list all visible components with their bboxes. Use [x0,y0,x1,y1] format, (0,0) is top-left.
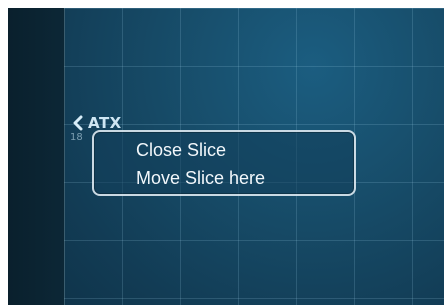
chevron-left-icon [70,114,88,132]
slice-label: ATX [88,113,122,132]
close-slice-menu-item[interactable]: Close Slice [136,136,226,164]
context-menu: Close Slice Move Slice here [92,130,356,196]
move-slice-here-menu-item[interactable]: Move Slice here [136,164,265,192]
slice-sub-label: 18 [70,132,83,143]
left-rail [8,8,65,305]
slice-tag[interactable]: ATX 18 [70,112,122,144]
slice-canvas: ATX 18 Close Slice Move Slice here [8,8,444,305]
